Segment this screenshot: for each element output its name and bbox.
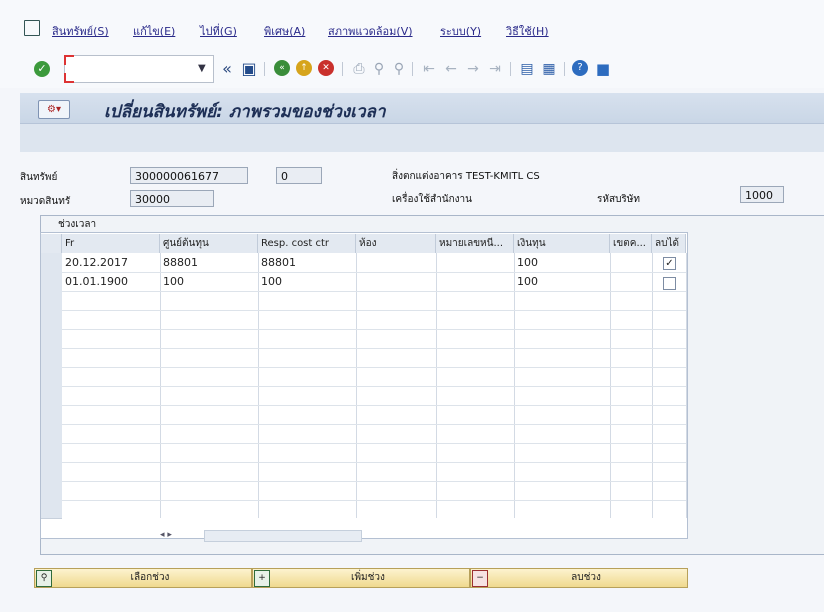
back-icon[interactable]: « (274, 60, 290, 76)
new-session-icon[interactable]: ▤ (518, 60, 536, 78)
asset-label: สินทรัพย์ (20, 172, 58, 183)
row-selector-column[interactable] (41, 253, 62, 519)
check-icon[interactable]: ✓ (34, 61, 50, 77)
column-header-resp-cost-ctr[interactable]: Resp. cost ctr (258, 234, 356, 253)
cancel-icon[interactable]: ✕ (318, 60, 334, 76)
asset-subnumber-field[interactable]: 0 (276, 167, 322, 184)
company-code-label: รหัสบริษัท (597, 194, 640, 205)
menu-extras[interactable]: พิเศษ(A) (264, 22, 305, 40)
row-select-all[interactable] (41, 234, 62, 253)
cell-fund[interactable]: 100 (514, 273, 610, 291)
asset-class-label: หมวดสินทรั (20, 196, 71, 207)
time-interval-title: ช่วงเวลา (58, 219, 97, 230)
save-icon[interactable]: ▣ (240, 60, 258, 78)
cell-room[interactable] (356, 273, 436, 291)
page-title: เปลี่ยนสินทรัพย์: ภาพรวมของช่วงเวลา (104, 102, 386, 122)
shortcut-icon[interactable]: ▦ (540, 60, 558, 78)
cell-fund[interactable]: 100 (514, 254, 610, 272)
column-header-fund[interactable]: เงินทุน (514, 234, 610, 253)
prev-page-icon[interactable]: ← (442, 60, 460, 78)
cell-cost-center[interactable]: 88801 (160, 254, 258, 272)
menu-environment[interactable]: สภาพแวดล้อม(V) (328, 22, 413, 40)
command-field[interactable] (64, 55, 214, 83)
column-header-room[interactable]: ห้อง (356, 234, 436, 253)
cell-license-plate[interactable] (436, 254, 514, 272)
cell-license-plate[interactable] (436, 273, 514, 291)
add-interval-button[interactable]: เพิ่มช่วง (252, 568, 470, 588)
asset-number-field[interactable]: 300000061677 (130, 167, 248, 184)
select-interval-icon: ⚲ (36, 570, 52, 587)
cell-resp-cost-ctr[interactable]: 100 (258, 273, 356, 291)
menu-system[interactable]: ระบบ(Y) (440, 22, 481, 40)
cell-room[interactable] (356, 254, 436, 272)
column-header-license-plate[interactable]: หมายเลขหนี... (436, 234, 514, 253)
deletable-checkbox[interactable] (663, 277, 676, 290)
back-double-arrow-icon[interactable]: « (218, 60, 236, 78)
last-page-icon[interactable]: ⇥ (486, 60, 504, 78)
asset-description: สิ่งตกแต่งอาคาร TEST-KMITL CS (392, 171, 540, 182)
column-header-from[interactable]: Fr (62, 234, 160, 253)
add-interval-icon: + (254, 570, 270, 587)
company-code-field[interactable]: 1000 (740, 186, 784, 203)
delete-interval-button[interactable]: ลบช่วง (470, 568, 688, 588)
column-header-area[interactable]: เขตค... (610, 234, 652, 253)
customize-layout-icon[interactable]: ■ (594, 60, 612, 78)
cell-cost-center[interactable]: 100 (160, 273, 258, 291)
asset-class-field[interactable]: 30000 (130, 190, 214, 207)
first-page-icon[interactable]: ⇤ (420, 60, 438, 78)
cell-area[interactable] (610, 273, 652, 291)
menu-edit[interactable]: แก้ไข(E) (133, 22, 175, 40)
cell-resp-cost-ctr[interactable]: 88801 (258, 254, 356, 272)
column-header-deletable[interactable]: ลบได้ (652, 234, 686, 253)
delete-interval-icon: − (472, 570, 488, 587)
select-interval-button[interactable]: เลือกช่วง (34, 568, 252, 588)
cell-area[interactable] (610, 254, 652, 272)
exit-session-icon[interactable] (24, 20, 40, 36)
help-icon[interactable]: ? (572, 60, 588, 76)
menu-help[interactable]: วิธีใช้(H) (506, 22, 549, 40)
column-header-cost-center[interactable]: ศูนย์ต้นทุน (160, 234, 258, 253)
find-icon[interactable]: ⚲ (370, 60, 388, 78)
horizontal-scroll-arrows[interactable]: ◂ ▸ (160, 528, 200, 542)
deletable-checkbox-checked[interactable]: ✓ (663, 257, 676, 270)
exit-icon[interactable]: ↑ (296, 60, 312, 76)
menu-goto[interactable]: ไปที่(G) (200, 22, 237, 40)
application-toolbar (20, 124, 824, 152)
print-icon[interactable]: ⎙ (350, 60, 368, 78)
find-next-icon[interactable]: ⚲ (390, 60, 408, 78)
cell-from[interactable]: 01.01.1900 (62, 273, 160, 291)
menu-asset[interactable]: สินทรัพย์(S) (52, 22, 109, 40)
next-page-icon[interactable]: → (464, 60, 482, 78)
horizontal-scrollbar[interactable] (204, 530, 362, 542)
chevron-down-icon[interactable]: ▼ (198, 63, 206, 74)
cell-from[interactable]: 20.12.2017 (62, 254, 160, 272)
asset-class-description: เครื่องใช้สำนักงาน (392, 194, 472, 205)
settings-menu-icon[interactable]: ⚙▾ (38, 100, 70, 119)
